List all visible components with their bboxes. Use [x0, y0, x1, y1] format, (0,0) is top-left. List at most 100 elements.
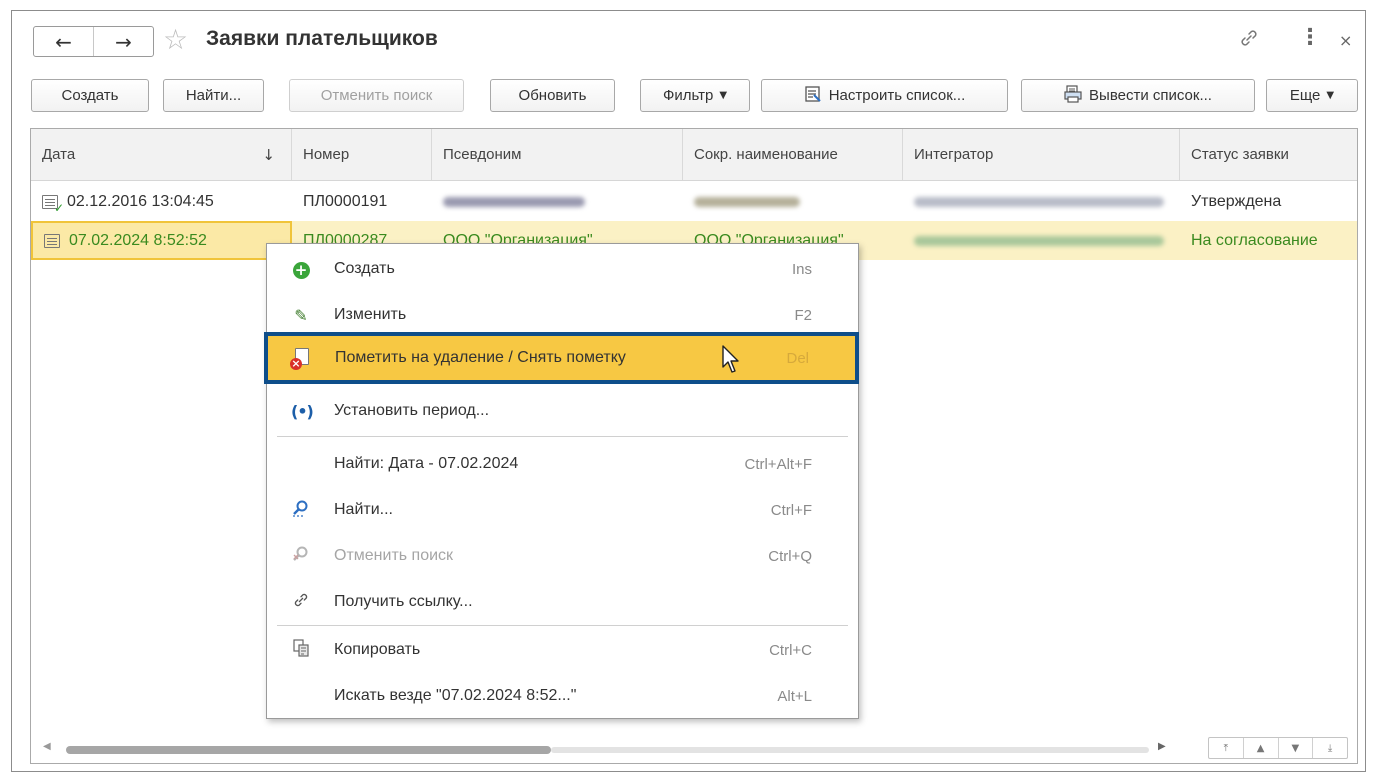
menu-item-label: Изменить	[334, 306, 407, 323]
create-button-label: Создать	[61, 87, 119, 104]
page-down-icon[interactable]: ▼	[1277, 738, 1313, 758]
column-header-label: Номер	[303, 146, 350, 163]
cell-number: ПЛ0000191	[292, 182, 432, 221]
document-posted-icon	[42, 194, 64, 215]
cell-text: На согласование	[1191, 231, 1318, 249]
menu-item-shortcut: Ctrl+Q	[768, 547, 812, 565]
cancel-search-button[interactable]: Отменить поиск	[289, 79, 464, 112]
find-icon	[291, 499, 311, 521]
cell-date: 07.02.2024 8:52:52	[31, 221, 292, 260]
menu-item-set-period[interactable]: (•) Установить период...	[267, 388, 858, 434]
more-button-label: Еще	[1289, 87, 1321, 104]
redacted-text	[914, 235, 1164, 246]
horizontal-scrollbar[interactable]: ◀ ▶ ⤒ ▲ ▼ ⤓	[31, 737, 1357, 763]
period-icon: (•)	[291, 401, 314, 421]
redacted-text	[443, 196, 585, 207]
menu-item-find[interactable]: Найти... Ctrl+F	[267, 487, 858, 533]
column-header-label: Псевдоним	[443, 146, 522, 163]
close-icon[interactable]: ×	[1339, 31, 1352, 50]
link-icon	[291, 591, 311, 613]
menu-item-create[interactable]: + Создать Ins	[267, 246, 858, 292]
cancel-search-label: Отменить поиск	[320, 87, 433, 104]
copy-icon	[291, 639, 311, 661]
scroll-right-icon[interactable]: ▶	[1158, 741, 1166, 752]
forward-button[interactable]: →	[93, 27, 153, 56]
menu-item-label: Найти...	[334, 501, 393, 518]
go-to-last-icon[interactable]: ⤓	[1312, 738, 1347, 758]
customize-list-button[interactable]: Настроить список...	[761, 79, 1008, 112]
cell-integrator	[903, 221, 1180, 260]
cell-text: 07.02.2024 8:52:52	[69, 231, 207, 249]
back-button[interactable]: ←	[34, 27, 93, 56]
create-button[interactable]: Создать	[31, 79, 149, 112]
menu-item-label: Искать везде "07.02.2024 8:52..."	[334, 687, 577, 704]
menu-item-edit[interactable]: ✎ Изменить F2	[267, 292, 858, 338]
arrow-left-icon: ←	[55, 29, 72, 54]
table-header: Дата ↓ Номер Псевдоним Сокр. наименовани…	[31, 129, 1357, 181]
more-button[interactable]: Еще ▼	[1266, 79, 1358, 112]
column-header-date[interactable]: Дата ↓	[31, 129, 292, 180]
chevron-down-icon: ▼	[719, 90, 728, 101]
column-header-label: Сокр. наименование	[694, 146, 838, 163]
menu-item-label: Копировать	[334, 641, 421, 658]
menu-separator	[277, 625, 848, 626]
menu-item-label: Получить ссылку...	[334, 593, 473, 610]
menu-item-label: Отменить поиск	[334, 547, 454, 564]
filter-button-label: Фильтр	[662, 87, 714, 104]
menu-item-shortcut: Ctrl+F	[770, 501, 812, 519]
list-pager: ⤒ ▲ ▼ ⤓	[1208, 737, 1348, 759]
menu-item-copy[interactable]: Копировать Ctrl+C	[267, 627, 858, 673]
scroll-left-icon[interactable]: ◀	[43, 741, 51, 752]
menu-item-shortcut: Ctrl+C	[769, 641, 812, 659]
table-row[interactable]: 02.12.2016 13:04:45 ПЛ0000191 Утверждена	[31, 182, 1357, 221]
go-to-first-icon[interactable]: ⤒	[1209, 738, 1243, 758]
page-up-icon[interactable]: ▲	[1242, 738, 1278, 758]
nav-buttons: ← →	[33, 26, 154, 57]
find-button[interactable]: Найти...	[163, 79, 264, 112]
menu-item-label: Пометить на удаление / Снять пометку	[335, 349, 626, 366]
favorite-star-icon[interactable]: ☆	[163, 23, 188, 56]
column-header-number[interactable]: Номер	[292, 129, 432, 180]
cell-short-name	[683, 182, 903, 221]
cell-status: На согласование	[1180, 221, 1359, 260]
redacted-text	[914, 196, 1164, 207]
printer-list-icon	[1064, 84, 1082, 107]
scrollbar-thumb[interactable]	[66, 746, 551, 754]
plus-circle-icon: +	[291, 260, 311, 279]
page-title: Заявки плательщиков	[206, 27, 438, 50]
menu-item-shortcut: Alt+L	[777, 687, 812, 705]
column-header-status[interactable]: Статус заявки	[1180, 129, 1359, 180]
column-header-label: Интегратор	[914, 146, 994, 163]
column-header-alias[interactable]: Псевдоним	[432, 129, 683, 180]
sort-descending-icon: ↓	[262, 145, 275, 164]
menu-item-shortcut: Del	[786, 349, 809, 367]
delete-mark-icon	[290, 347, 312, 370]
menu-separator	[277, 436, 848, 437]
scrollbar-track[interactable]	[551, 747, 1149, 753]
cell-text: Утверждена	[1191, 192, 1282, 210]
menu-item-cancel-search[interactable]: Отменить поиск Ctrl+Q	[267, 533, 858, 579]
filter-button[interactable]: Фильтр ▼	[640, 79, 750, 112]
pencil-icon: ✎	[294, 305, 308, 325]
refresh-button-label: Обновить	[518, 87, 587, 104]
document-icon	[44, 233, 60, 248]
menu-item-mark-for-deletion[interactable]: Пометить на удаление / Снять пометку Del	[264, 332, 859, 384]
output-list-label: Вывести список...	[1089, 87, 1212, 104]
output-list-button[interactable]: Вывести список...	[1021, 79, 1255, 112]
refresh-button[interactable]: Обновить	[490, 79, 615, 112]
more-actions-icon[interactable]: ⋮	[1299, 27, 1321, 49]
menu-item-search-everywhere[interactable]: Искать везде "07.02.2024 8:52..." Alt+L	[267, 673, 858, 719]
redacted-text	[694, 196, 800, 207]
menu-item-find-by-date[interactable]: Найти: Дата - 07.02.2024 Ctrl+Alt+F	[267, 441, 858, 487]
column-header-short-name[interactable]: Сокр. наименование	[683, 129, 903, 180]
column-header-integrator[interactable]: Интегратор	[903, 129, 1180, 180]
column-header-label: Дата	[42, 146, 76, 163]
cell-status: Утверждена	[1180, 182, 1359, 221]
menu-item-get-link[interactable]: Получить ссылку...	[267, 579, 858, 625]
cell-integrator	[903, 182, 1180, 221]
menu-item-shortcut: Ins	[791, 260, 812, 278]
menu-item-label: Найти: Дата - 07.02.2024	[334, 455, 519, 472]
arrow-right-icon: →	[115, 29, 132, 54]
link-icon[interactable]	[1238, 27, 1260, 54]
menu-item-label: Создать	[334, 260, 395, 277]
